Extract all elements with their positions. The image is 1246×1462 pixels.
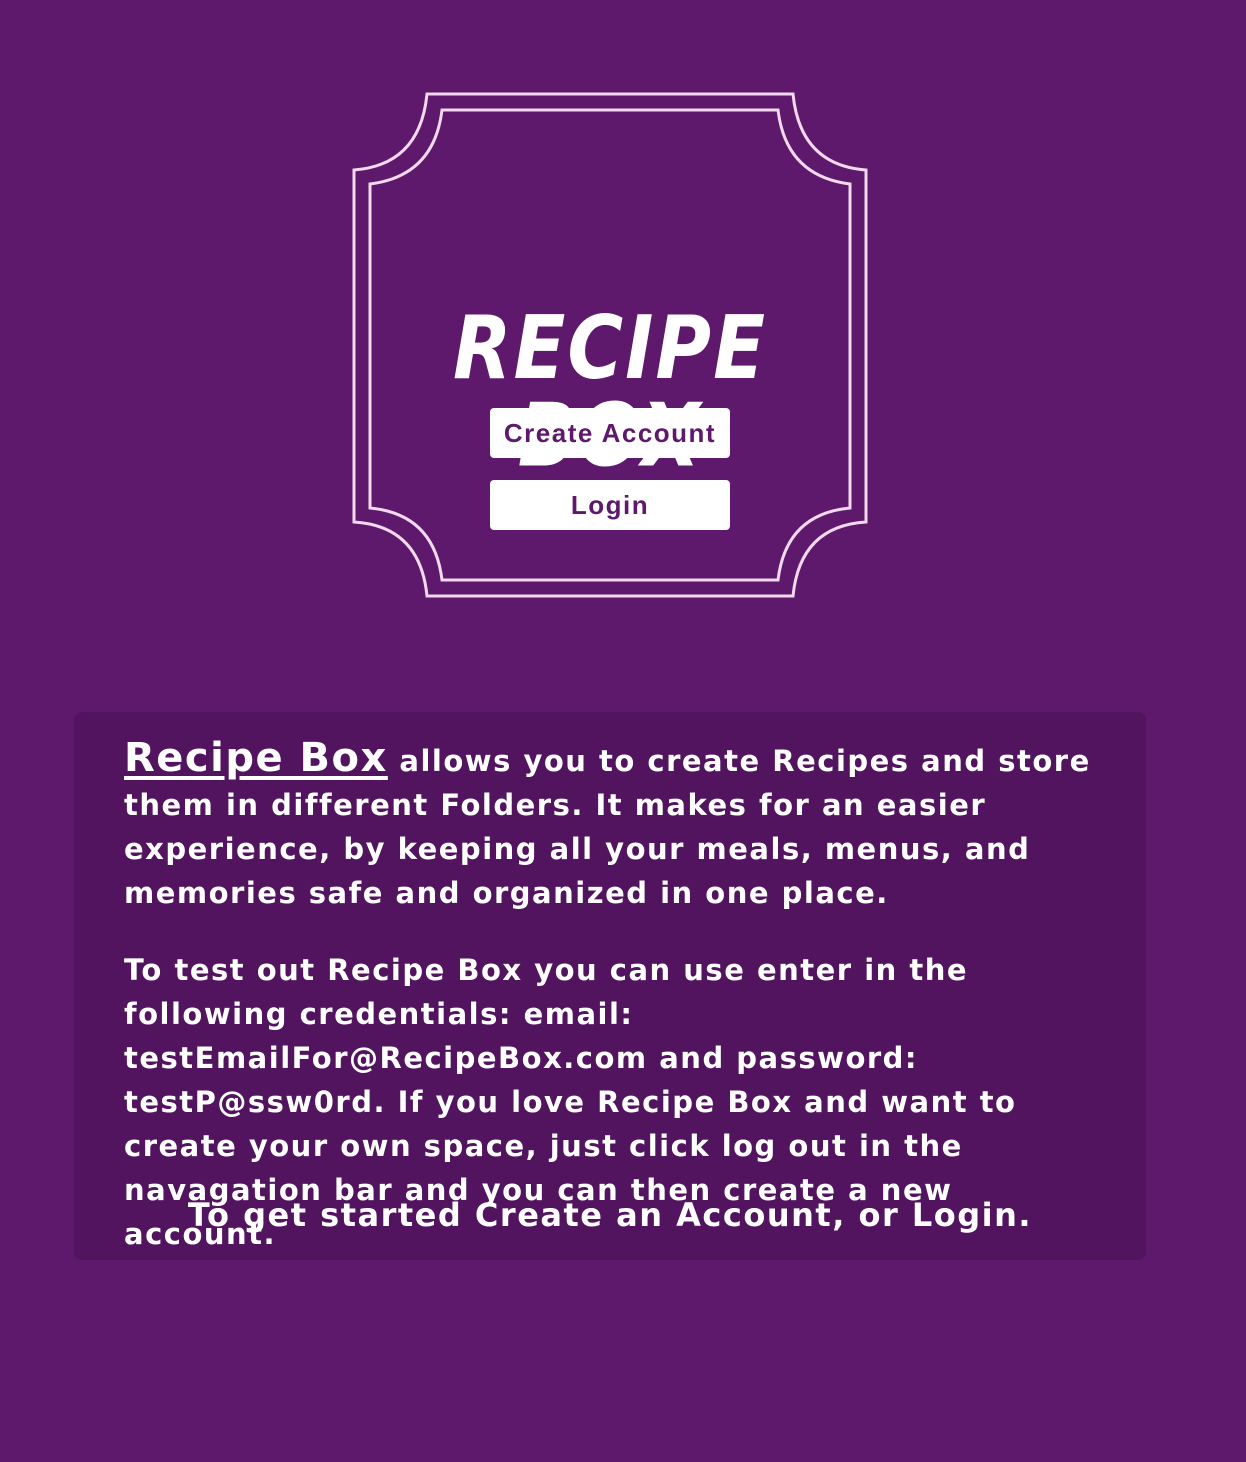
call-to-action: To get started Create an Account, or Log… [187, 1196, 1033, 1234]
info-panel: Recipe Box allows you to create Recipes … [74, 712, 1146, 1260]
intro-paragraph: Recipe Box allows you to create Recipes … [124, 736, 1114, 915]
brand-name: Recipe Box [124, 735, 388, 781]
create-account-button[interactable]: Create Account [490, 408, 730, 458]
login-button[interactable]: Login [490, 480, 730, 530]
